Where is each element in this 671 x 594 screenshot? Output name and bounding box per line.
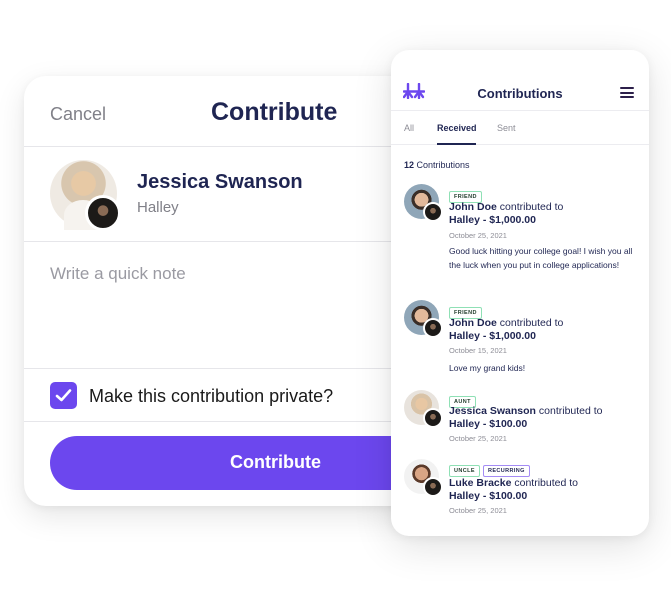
private-row: Make this contribution private? (24, 369, 424, 422)
child-avatar (423, 318, 443, 338)
note-section (24, 242, 424, 369)
contribution-amount: Halley - $100.00 (449, 418, 528, 430)
contribution-verb: contributed to (499, 201, 564, 213)
relationship-badge: UNCLE (449, 465, 480, 477)
private-checkbox[interactable] (50, 382, 77, 409)
count-label: Contributions (416, 160, 470, 170)
contribution-date: October 15, 2021 (449, 346, 507, 355)
count-number: 12 (404, 160, 415, 170)
page-title: Contribute (211, 98, 338, 126)
contributions-panel: Contributions All Received Sent 12 Contr… (391, 50, 649, 536)
contributor-name: Luke Bracke (449, 477, 512, 489)
contribute-card: Cancel Contribute Jessica Swanson Halley… (24, 76, 424, 506)
tab-sent[interactable]: Sent (497, 123, 516, 133)
contribution-date: October 25, 2021 (449, 434, 507, 443)
badge-group: FRIEND (449, 301, 485, 319)
contribution-summary: John Doe contributed to (449, 317, 563, 329)
recipient-subtitle: Halley (137, 199, 179, 216)
contribution-date: October 25, 2021 (449, 231, 507, 240)
contribute-button-label: Contribute (230, 452, 321, 472)
contribution-verb: contributed to (499, 317, 564, 329)
badge-group: UNCLE RECURRING (449, 459, 533, 477)
contribution-summary: John Doe contributed to (449, 201, 563, 213)
cancel-button[interactable]: Cancel (50, 104, 106, 125)
contribution-verb: contributed to (538, 405, 603, 417)
tab-received[interactable]: Received (437, 123, 477, 133)
contribution-verb: contributed to (514, 477, 579, 489)
contribute-button[interactable]: Contribute (50, 436, 424, 490)
contributor-name: John Doe (449, 201, 497, 213)
contribution-amount: Halley - $1,000.00 (449, 214, 536, 226)
contribution-summary: Luke Bracke contributed to (449, 477, 578, 489)
contributions-header: Contributions (391, 74, 649, 111)
contribution-message: Good luck hitting your college goal! I w… (449, 246, 633, 270)
recipient-name: Jessica Swanson (137, 171, 303, 193)
contributions-count: 12 Contributions (404, 160, 470, 170)
child-avatar (85, 195, 121, 231)
contribution-amount: Halley - $100.00 (449, 490, 528, 502)
contribute-header: Cancel Contribute (24, 76, 424, 147)
child-avatar (423, 202, 443, 222)
hamburger-menu-icon[interactable] (620, 87, 634, 98)
contributor-name: Jessica Swanson (449, 405, 536, 417)
badge-group: FRIEND (449, 185, 485, 203)
recurring-badge: RECURRING (482, 465, 530, 477)
child-avatar (423, 477, 443, 497)
badge-group: AUNT (449, 390, 479, 408)
contribution-amount: Halley - $1,000.00 (449, 330, 536, 342)
active-tab-indicator (437, 143, 476, 145)
recipient-row: Jessica Swanson Halley (24, 147, 424, 242)
contributor-name: John Doe (449, 317, 497, 329)
contribution-summary: Jessica Swanson contributed to (449, 405, 603, 417)
child-avatar (423, 408, 443, 428)
contribution-date: October 25, 2021 (449, 506, 507, 515)
private-checkbox-label[interactable]: Make this contribution private? (89, 386, 333, 407)
contributions-title: Contributions (477, 86, 563, 101)
checkmark-icon (55, 389, 72, 402)
note-input[interactable] (50, 264, 390, 284)
contributions-tabs: All Received Sent (391, 111, 649, 145)
tab-all[interactable]: All (404, 123, 414, 133)
contribution-message: Love my grand kids! (449, 363, 526, 373)
